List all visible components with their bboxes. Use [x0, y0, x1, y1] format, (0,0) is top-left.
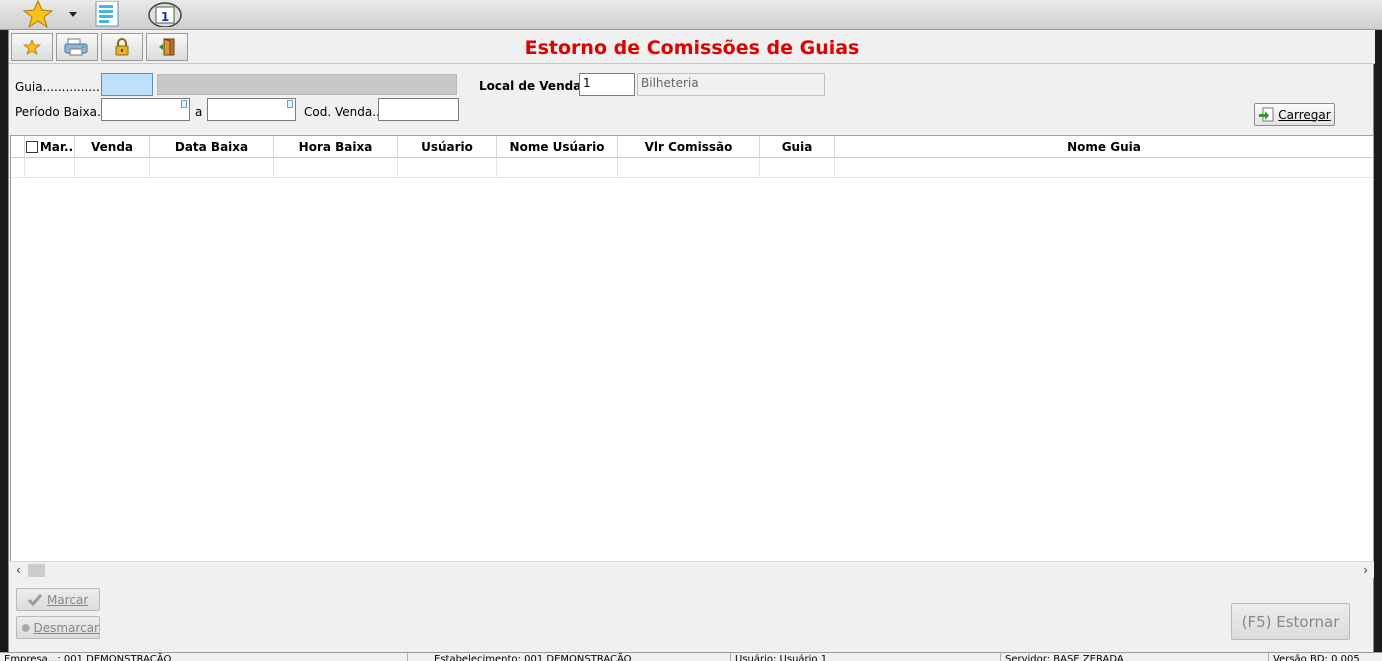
col-marcar[interactable]: Mar..: [25, 136, 75, 158]
filter-panel: Guia............... Período Baixa.. a Co…: [9, 65, 1375, 135]
table-cell: [618, 158, 760, 178]
status-bar: Empresa...: 001 DEMONSTRAÇÃO Estabelecim…: [0, 652, 1382, 661]
cod-venda-field[interactable]: [378, 98, 459, 121]
table-cell: [75, 158, 150, 178]
horizontal-scrollbar[interactable]: ‹ ›: [10, 561, 1374, 578]
col-usuario[interactable]: Usúario: [398, 136, 497, 158]
table-cell: [398, 158, 497, 178]
col-venda[interactable]: Venda: [75, 136, 150, 158]
window: Estorno de Comissões de Guias Guia......…: [8, 30, 1375, 661]
local-venda-code-field[interactable]: 1: [579, 73, 635, 96]
status-servidor: Servidor: BASE ZERADA: [1001, 653, 1269, 661]
col-nome-usuario[interactable]: Nome Usúario: [497, 136, 618, 158]
table-cell: [11, 158, 25, 178]
col-hora-baixa[interactable]: Hora Baixa: [274, 136, 398, 158]
local-venda-name-field: Bilheteria: [637, 73, 825, 96]
estornar-button[interactable]: (F5) Estornar: [1231, 603, 1350, 640]
status-usuario: Usuário: Usuário 1: [731, 653, 1001, 661]
carregar-button[interactable]: Carregar: [1254, 103, 1335, 126]
action-area: Marcar Desmarcar (F5) Estornar: [9, 579, 1375, 649]
col-data-baixa[interactable]: Data Baixa: [150, 136, 274, 158]
list-icon[interactable]: [94, 0, 122, 28]
col-vlr-comissao[interactable]: Vlr Comissão: [618, 136, 760, 158]
guia-label: Guia...............: [15, 80, 100, 94]
guia-name-field: [157, 74, 457, 95]
app-toolbar: 1: [0, 0, 1382, 30]
periodo-to-field[interactable]: [207, 98, 296, 121]
scroll-left-icon[interactable]: ‹: [10, 562, 27, 579]
table-cell: [150, 158, 274, 178]
table-cell: [25, 158, 75, 178]
check-icon: [27, 593, 43, 606]
results-grid[interactable]: Mar.. Venda Data Baixa Hora Baixa Usúari…: [10, 135, 1374, 578]
uncheck-icon: [21, 623, 30, 632]
favorites-star-icon[interactable]: [18, 0, 58, 28]
table-cell: [497, 158, 618, 178]
row-indicator-column: [11, 136, 25, 158]
calendar-dropdown-icon[interactable]: [287, 100, 293, 108]
svg-text:1: 1: [161, 10, 169, 24]
desmarcar-button[interactable]: Desmarcar: [16, 616, 100, 639]
calendar-icon[interactable]: 1: [146, 0, 184, 28]
title-strip: Estorno de Comissões de Guias: [9, 30, 1375, 64]
calendar-dropdown-icon[interactable]: [181, 100, 187, 108]
status-empresa: Empresa...: 001 DEMONSTRAÇÃO: [0, 653, 408, 661]
table-cell: [274, 158, 398, 178]
periodo-separator: a: [195, 105, 203, 119]
scroll-right-icon[interactable]: ›: [1357, 562, 1374, 579]
local-venda-label: Local de Venda..: [479, 79, 591, 93]
table-row[interactable]: [11, 158, 1373, 178]
load-icon: [1259, 107, 1274, 121]
col-guia[interactable]: Guia: [760, 136, 835, 158]
marcar-button[interactable]: Marcar: [16, 588, 100, 611]
col-nome-guia[interactable]: Nome Guia: [835, 136, 1373, 158]
periodo-from-field[interactable]: [101, 98, 190, 121]
carregar-label: Carregar: [1278, 107, 1331, 122]
page-title: Estorno de Comissões de Guias: [524, 37, 860, 59]
status-versao: Versão BD: 0.005: [1273, 654, 1360, 661]
cod-venda-label: Cod. Venda..: [304, 105, 380, 119]
select-all-checkbox[interactable]: [25, 141, 38, 153]
scroll-thumb[interactable]: [28, 564, 45, 577]
status-estabelecimento: Estabelecimento: 001 DEMONSTRAÇÃO: [408, 653, 731, 661]
guia-code-field[interactable]: [101, 73, 153, 96]
dropdown-arrow-icon[interactable]: [66, 0, 80, 28]
grid-header: Mar.. Venda Data Baixa Hora Baixa Usúari…: [11, 136, 1373, 158]
table-cell: [760, 158, 835, 178]
periodo-baixa-label: Período Baixa..: [15, 105, 105, 119]
